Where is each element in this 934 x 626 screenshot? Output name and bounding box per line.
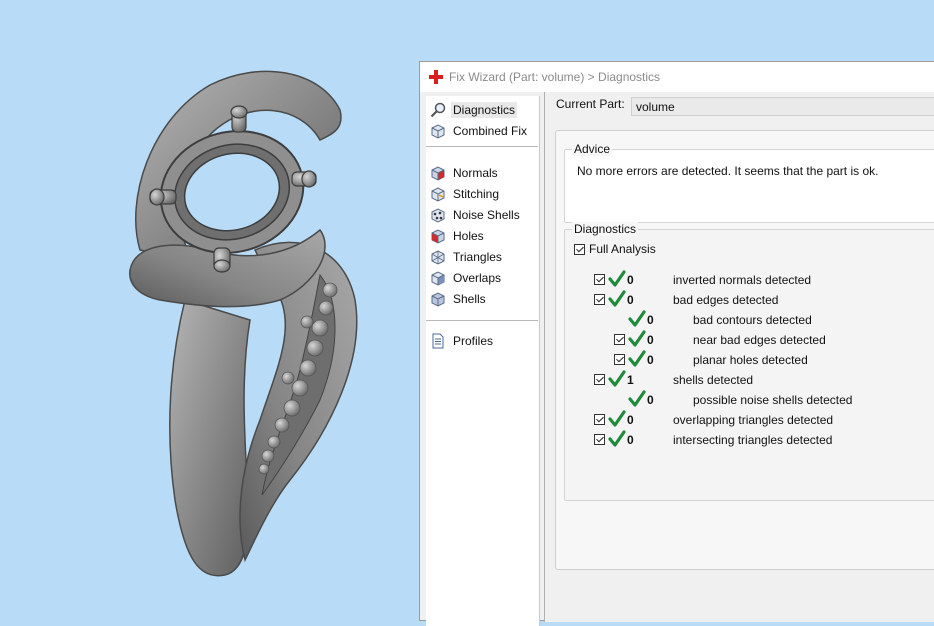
holes-cube-icon xyxy=(431,229,445,244)
nav-separator xyxy=(426,146,538,147)
checkbox[interactable] xyxy=(614,354,625,365)
nav-label: Holes xyxy=(453,229,484,243)
nav-label: Overlaps xyxy=(453,271,502,285)
nav-label: Combined Fix xyxy=(453,124,528,138)
diagnostic-count: 0 xyxy=(647,333,654,347)
checkbox[interactable] xyxy=(594,374,605,385)
nav-item-normals[interactable]: Normals xyxy=(430,163,538,183)
checkbox[interactable] xyxy=(594,414,605,425)
green-check-icon xyxy=(628,310,646,327)
full-analysis-checkbox[interactable]: Full Analysis xyxy=(574,242,656,256)
green-check-icon xyxy=(608,370,626,387)
diagnostic-count: 0 xyxy=(647,353,654,367)
title-bar[interactable]: Fix Wizard (Part: volume) > Diagnostics xyxy=(420,62,934,92)
diagnostic-row-inverted-normals: 0 inverted normals detected xyxy=(565,270,934,290)
nav-item-combined-fix[interactable]: Combined Fix xyxy=(430,121,538,141)
nav-item-profiles[interactable]: Profiles xyxy=(430,331,538,351)
nav-item-stitching[interactable]: Stitching xyxy=(430,184,538,204)
green-check-icon xyxy=(608,290,626,307)
nav-separator xyxy=(426,320,538,321)
green-check-icon xyxy=(608,410,626,427)
green-check-icon xyxy=(628,350,646,367)
nav-label: Noise Shells xyxy=(453,208,520,222)
diagnostic-count: 0 xyxy=(627,273,634,287)
current-part-label: Current Part: xyxy=(556,97,625,111)
content-panel: Current Part: volume Advice No more erro… xyxy=(544,92,934,622)
nav-label: Normals xyxy=(453,166,498,180)
nav-item-holes[interactable]: Holes xyxy=(430,226,538,246)
diagnostic-count: 0 xyxy=(647,313,654,327)
diagnostics-panel: Advice No more errors are detected. It s… xyxy=(555,130,934,570)
diagnostic-row-near-bad-edges: 0 near bad edges detected xyxy=(565,330,934,350)
diagnostic-label: inverted normals detected xyxy=(673,273,812,287)
diagnostic-label: planar holes detected xyxy=(693,353,808,367)
checkbox[interactable] xyxy=(614,334,625,345)
diagnostic-count: 1 xyxy=(627,373,634,387)
nav-item-triangles[interactable]: Triangles xyxy=(430,247,538,267)
diagnostic-row-planar-holes: 0 planar holes detected xyxy=(565,350,934,370)
green-check-icon xyxy=(608,430,626,447)
normals-cube-icon xyxy=(431,166,445,181)
red-cross-icon xyxy=(429,70,443,84)
cube-icon xyxy=(431,124,445,139)
diagnostic-label: bad contours detected xyxy=(693,313,812,327)
nav-label: Shells xyxy=(453,292,486,306)
diagnostic-label: intersecting triangles detected xyxy=(673,433,833,447)
stitching-cube-icon xyxy=(431,187,445,202)
diagnostics-group: Diagnostics Full Analysis 0 inverted nor… xyxy=(564,222,934,501)
diagnostic-row-overlapping-triangles: 0 overlapping triangles detected xyxy=(565,410,934,430)
shells-icon xyxy=(431,292,445,307)
advice-title: Advice xyxy=(572,142,613,156)
current-part-field[interactable]: volume xyxy=(631,97,934,116)
nav-label: Triangles xyxy=(453,250,502,264)
green-check-icon xyxy=(628,390,646,407)
diagnostic-row-intersecting-triangles: 0 intersecting triangles detected xyxy=(565,430,934,450)
diagnostic-label: near bad edges detected xyxy=(693,333,826,347)
diagnostic-count: 0 xyxy=(627,293,634,307)
diagnostic-row-shells: 1 shells detected xyxy=(565,370,934,390)
nav-label: Stitching xyxy=(453,187,500,201)
nav-item-noise-shells[interactable]: Noise Shells xyxy=(430,205,538,225)
magnifier-icon xyxy=(430,102,446,118)
green-check-icon xyxy=(628,330,646,347)
3d-viewport[interactable] xyxy=(0,0,420,612)
diagnostic-row-bad-edges: 0 bad edges detected xyxy=(565,290,934,310)
nav-label: Profiles xyxy=(453,334,494,348)
diagnostic-count: 0 xyxy=(627,413,634,427)
diagnostic-count: 0 xyxy=(647,393,654,407)
diagnostic-label: overlapping triangles detected xyxy=(673,413,834,427)
nav-item-shells[interactable]: Shells xyxy=(430,289,538,309)
nav-item-diagnostics[interactable]: Diagnostics xyxy=(430,100,538,120)
advice-group: Advice No more errors are detected. It s… xyxy=(564,142,934,223)
diagnostic-label: bad edges detected xyxy=(673,293,779,307)
checkbox[interactable] xyxy=(594,274,605,285)
fix-wizard-dialog: Fix Wizard (Part: volume) > Diagnostics … xyxy=(419,61,934,626)
diagnostic-label: possible noise shells detected xyxy=(693,393,853,407)
wizard-nav: Diagnostics Combined Fix Normals Stitchi… xyxy=(426,96,540,626)
diagnostic-label: shells detected xyxy=(673,373,754,387)
window-title: Fix Wizard (Part: volume) > Diagnostics xyxy=(449,70,661,84)
diagnostic-row-bad-contours: 0 bad contours detected xyxy=(565,310,934,330)
checkbox[interactable] xyxy=(594,294,605,305)
checkbox[interactable] xyxy=(574,243,585,255)
overlaps-icon xyxy=(431,271,445,286)
nav-label: Diagnostics xyxy=(451,102,518,118)
full-analysis-label: Full Analysis xyxy=(589,242,656,256)
diagnostic-count: 0 xyxy=(627,433,634,447)
green-check-icon xyxy=(608,270,626,287)
nav-item-overlaps[interactable]: Overlaps xyxy=(430,268,538,288)
diagnostic-row-noise-shells: 0 possible noise shells detected xyxy=(565,390,934,410)
ring-model[interactable] xyxy=(0,0,420,612)
diagnostics-title: Diagnostics xyxy=(572,222,639,236)
checkbox[interactable] xyxy=(594,434,605,445)
noise-shells-icon xyxy=(431,208,445,223)
triangles-icon xyxy=(431,250,445,265)
document-icon xyxy=(432,333,444,349)
advice-text: No more errors are detected. It seems th… xyxy=(577,164,879,178)
